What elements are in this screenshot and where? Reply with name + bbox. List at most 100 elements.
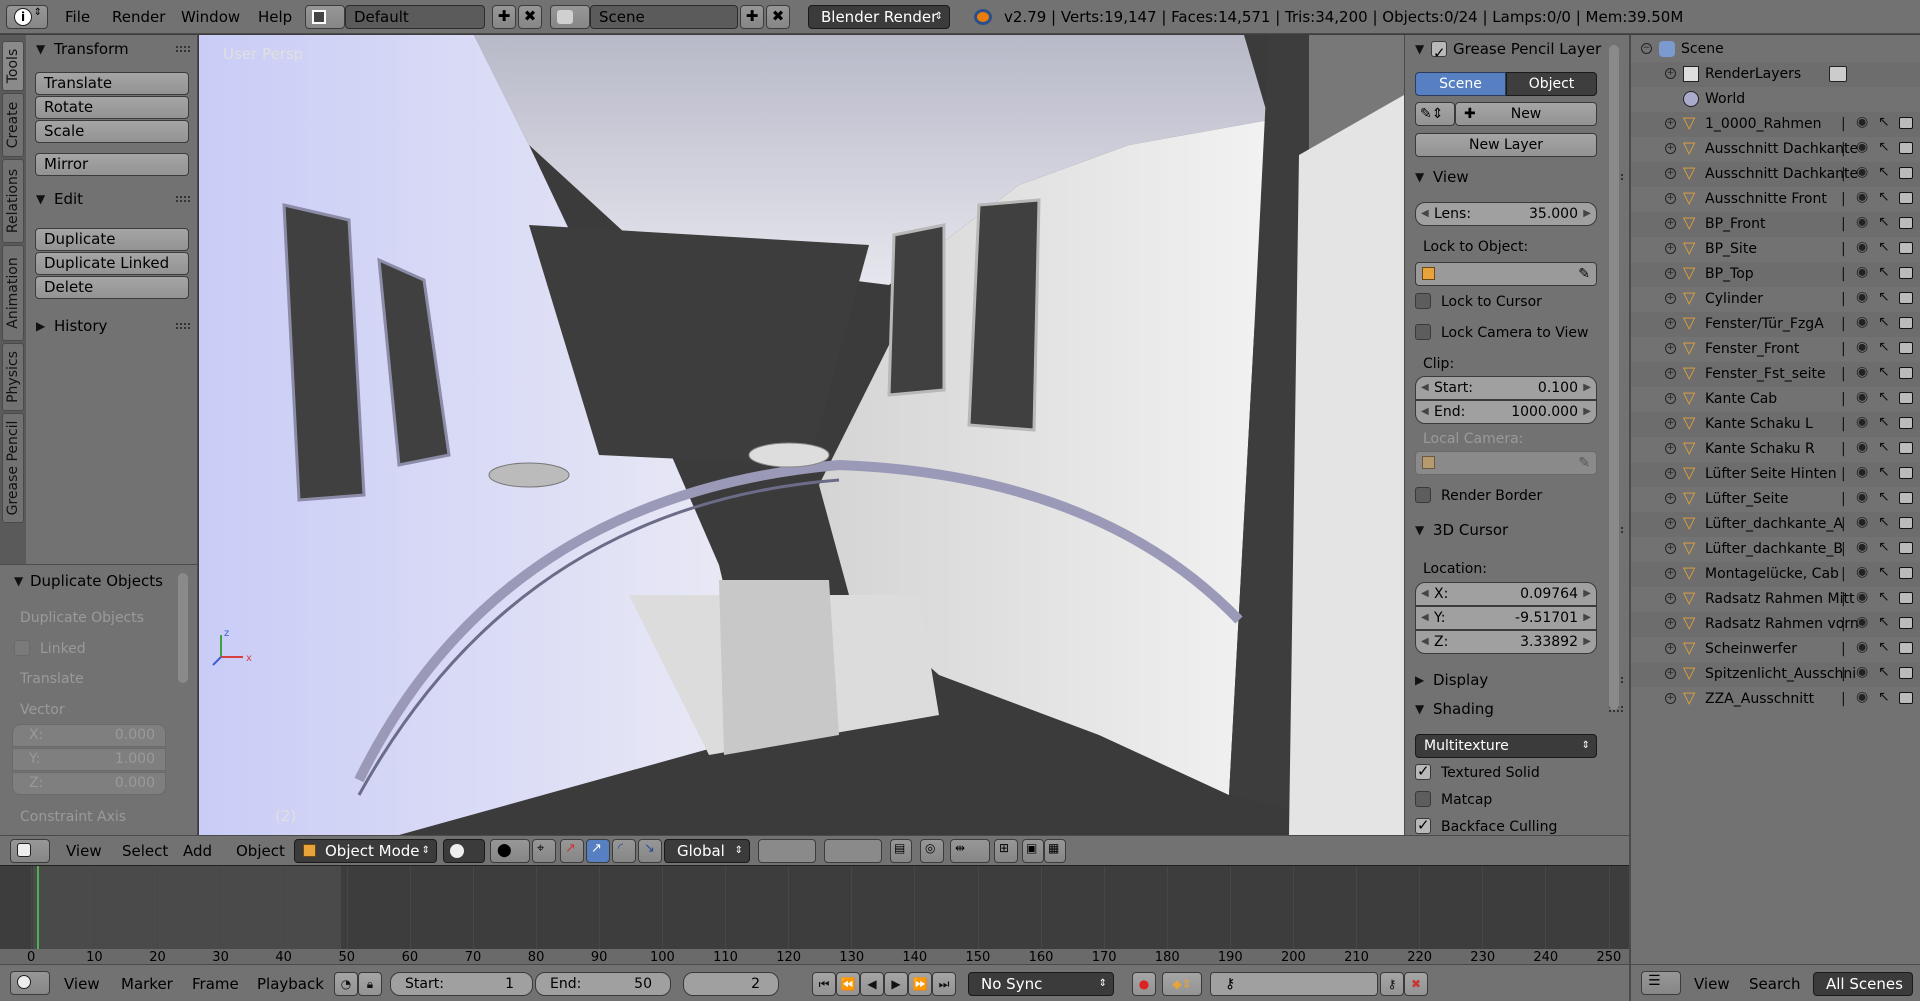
expand-toggle-icon[interactable]: + — [1665, 493, 1676, 504]
expand-toggle-icon[interactable]: + — [1665, 243, 1676, 254]
menu-search[interactable]: Search — [1749, 969, 1801, 999]
shading-panel-header[interactable]: ▼ Shading — [1405, 695, 1623, 723]
menu-view[interactable]: View — [66, 836, 102, 866]
eyedropper-icon[interactable]: ✎ — [1578, 452, 1590, 474]
operator-scrollbar[interactable] — [178, 573, 188, 683]
selectable-cursor-icon[interactable]: ↖ — [1878, 589, 1890, 605]
jump-keyframe-forward-button[interactable]: ⏩ — [908, 972, 932, 996]
pencil-select-button[interactable]: ✎⇕ — [1415, 102, 1455, 126]
vector-x-field[interactable]: X: 0.000 — [12, 724, 166, 747]
outliner-row[interactable]: + ▽ Lüfter_dachkante_A | ◉ ↖ — [1631, 512, 1920, 537]
outliner-row[interactable]: + ▽ Cylinder | ◉ ↖ — [1631, 287, 1920, 312]
drag-grip-icon[interactable] — [176, 46, 190, 52]
increment-arrow-icon[interactable]: ▶ — [1583, 631, 1591, 653]
snap-target-button[interactable]: ⊞ — [994, 839, 1018, 863]
render-camera-icon[interactable] — [1899, 117, 1913, 129]
selectable-cursor-icon[interactable]: ↖ — [1878, 614, 1890, 630]
outliner-row[interactable]: + ▽ Lüfter Seite Hinten | ◉ ↖ — [1631, 462, 1920, 487]
expand-toggle-icon[interactable]: + — [1665, 343, 1676, 354]
selectable-cursor-icon[interactable]: ↖ — [1878, 189, 1890, 205]
pivot-select[interactable]: ⬤ — [490, 839, 530, 863]
render-camera-icon[interactable] — [1899, 342, 1913, 354]
expand-toggle-icon[interactable]: + — [1665, 293, 1676, 304]
keying-set-field[interactable]: ⚷ — [1210, 972, 1378, 996]
rotate-button[interactable]: Rotate — [35, 96, 189, 119]
transform-panel-header[interactable]: ▼ Transform — [26, 35, 198, 63]
visibility-eye-icon[interactable]: ◉ — [1856, 339, 1868, 355]
selectable-cursor-icon[interactable]: ↖ — [1878, 439, 1890, 455]
menu-marker[interactable]: Marker — [121, 969, 173, 999]
local-camera-field[interactable]: ✎ — [1415, 451, 1597, 475]
expand-toggle-icon[interactable]: + — [1665, 118, 1676, 129]
visibility-eye-icon[interactable]: ◉ — [1856, 514, 1868, 530]
tab-create[interactable]: Create — [2, 93, 24, 157]
selectable-cursor-icon[interactable]: ↖ — [1878, 214, 1890, 230]
scene-toggle-button[interactable]: Scene — [1415, 72, 1506, 96]
outliner-row[interactable]: + ▽ Ausschnitt Dachkante | ◉ ↖ — [1631, 162, 1920, 187]
history-panel-header[interactable]: ▶ History — [26, 312, 198, 340]
outliner-row[interactable]: + ▽ BP_Front | ◉ ↖ — [1631, 212, 1920, 237]
selectable-cursor-icon[interactable]: ↖ — [1878, 464, 1890, 480]
decrement-arrow-icon[interactable]: ◀ — [1421, 631, 1429, 653]
tab-grease-pencil[interactable]: Grease Pencil — [2, 413, 24, 523]
vector-y-field[interactable]: Y: 1.000 — [12, 748, 166, 771]
add-scene-button[interactable]: ✚ — [740, 5, 764, 29]
visibility-eye-icon[interactable]: ◉ — [1856, 214, 1868, 230]
outliner-row[interactable]: + ▽ Kante Cab | ◉ ↖ — [1631, 387, 1920, 412]
delete-keyframe-button[interactable]: ✖ — [1404, 972, 1428, 996]
selectable-cursor-icon[interactable]: ↖ — [1878, 489, 1890, 505]
render-opengl-button[interactable]: ▣ — [1022, 839, 1044, 863]
mirror-button[interactable]: Mirror — [35, 153, 189, 176]
visibility-eye-icon[interactable]: ◉ — [1856, 689, 1868, 705]
edit-panel-header[interactable]: ▼ Edit — [26, 185, 198, 213]
outliner-row[interactable]: + ▽ Spitzenlicht_Ausschni | ◉ ↖ — [1631, 662, 1920, 687]
lock-object-field[interactable]: ✎ — [1415, 262, 1597, 286]
drag-grip-icon[interactable] — [176, 196, 190, 202]
expand-toggle-icon[interactable]: + — [1665, 468, 1676, 479]
expand-toggle-icon[interactable]: + — [1665, 568, 1676, 579]
selectable-cursor-icon[interactable]: ↖ — [1878, 364, 1890, 380]
lock-camera-checkbox[interactable] — [1415, 324, 1431, 340]
menu-playback[interactable]: Playback — [257, 969, 324, 999]
selectable-cursor-icon[interactable]: ↖ — [1878, 139, 1890, 155]
tab-tools[interactable]: Tools — [2, 41, 24, 91]
menu-view[interactable]: View — [64, 969, 100, 999]
selectable-cursor-icon[interactable]: ↖ — [1878, 289, 1890, 305]
duplicate-linked-button[interactable]: Duplicate Linked — [35, 252, 189, 275]
menu-file[interactable]: File — [65, 0, 90, 34]
rotate-manipulator[interactable]: ↗ — [586, 839, 610, 863]
render-camera-icon[interactable] — [1899, 142, 1913, 154]
visibility-eye-icon[interactable]: ◉ — [1856, 564, 1868, 580]
lock-range-button[interactable]: 🔒︎ — [358, 972, 382, 996]
render-camera-icon[interactable] — [1899, 167, 1913, 179]
outliner-row[interactable]: + ▽ ZZA_Ausschnitt | ◉ ↖ — [1631, 687, 1920, 712]
decrement-arrow-icon[interactable]: ◀ — [1421, 607, 1429, 629]
menu-view[interactable]: View — [1694, 969, 1730, 999]
increment-arrow-icon[interactable]: ▶ — [1583, 377, 1591, 399]
render-camera-icon[interactable] — [1899, 317, 1913, 329]
visibility-eye-icon[interactable]: ◉ — [1856, 164, 1868, 180]
vector-z-field[interactable]: Z: 0.000 — [12, 772, 166, 795]
menu-select[interactable]: Select — [122, 836, 168, 866]
outliner-row[interactable]: + ▽ BP_Site | ◉ ↖ — [1631, 237, 1920, 262]
3d-viewport[interactable]: z x User Persp (2) — [199, 35, 1404, 835]
layers-group-1[interactable] — [758, 839, 816, 863]
render-camera-icon[interactable] — [1899, 492, 1913, 504]
decrement-arrow-icon[interactable]: ◀ — [1421, 377, 1429, 399]
visibility-eye-icon[interactable]: ◉ — [1856, 139, 1868, 155]
sync-select[interactable]: No Sync ⇕ — [968, 972, 1114, 996]
display-panel-header[interactable]: ▶ Display — [1405, 666, 1623, 694]
selectable-cursor-icon[interactable]: ↖ — [1878, 114, 1890, 130]
tab-physics[interactable]: Physics — [2, 343, 24, 411]
expand-toggle-icon[interactable]: + — [1665, 518, 1676, 529]
visibility-eye-icon[interactable]: ◉ — [1856, 489, 1868, 505]
outliner-row[interactable]: + ▽ Kante Schaku L | ◉ ↖ — [1631, 412, 1920, 437]
outliner-row[interactable]: World — [1631, 87, 1920, 112]
selectable-cursor-icon[interactable]: ↖ — [1878, 389, 1890, 405]
outliner-row[interactable]: + ▽ BP_Top | ◉ ↖ — [1631, 262, 1920, 287]
orientation-select[interactable]: Global ⇕ — [664, 839, 750, 863]
decrement-arrow-icon[interactable]: ◀ — [1421, 401, 1429, 423]
add-layout-button[interactable]: ✚ — [492, 5, 516, 29]
render-camera-icon[interactable] — [1899, 217, 1913, 229]
jump-keyframe-back-button[interactable]: ⏪ — [836, 972, 860, 996]
